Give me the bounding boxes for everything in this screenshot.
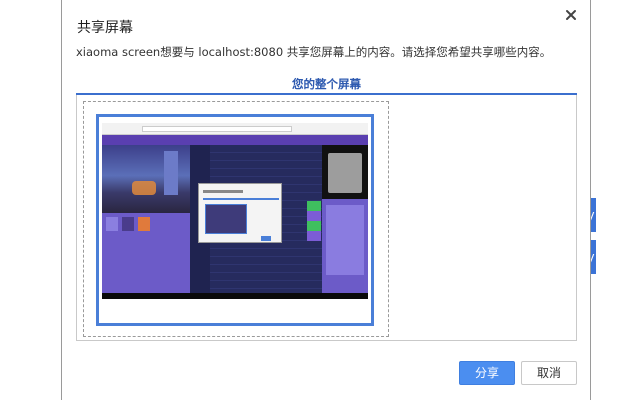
backdrop-left (0, 0, 61, 400)
thumb-nested-tab (203, 198, 279, 200)
tab-label: 您的整个屏幕 (292, 77, 361, 91)
source-list (76, 95, 577, 341)
dialog-title: 共享屏幕 (77, 20, 133, 36)
screen-thumbnail-selected (96, 114, 374, 326)
thumb-nested-dialog (198, 183, 282, 243)
thumb-browser-bar (102, 123, 368, 135)
close-icon[interactable] (564, 8, 580, 24)
thumb-right-list (326, 205, 364, 275)
thumb-stage-tower (164, 151, 178, 195)
thumb-sprite (106, 217, 118, 231)
thumb-nested-thumbnail (205, 204, 247, 234)
thumb-address-bar (142, 126, 292, 132)
thumb-stage-sprite (132, 181, 156, 195)
tab-entire-screen[interactable]: 您的整个屏幕 (76, 73, 577, 95)
thumb-sprite (138, 217, 150, 231)
thumb-nested-button (261, 236, 271, 241)
thumb-menubar (102, 135, 368, 145)
share-button[interactable]: 分享 (459, 361, 515, 385)
thumb-stage (102, 145, 190, 213)
cancel-button[interactable]: 取消 (521, 361, 577, 385)
thumb-sprite-pane (102, 213, 190, 297)
thumb-nested-title (203, 190, 243, 193)
backdrop-right (591, 0, 640, 400)
thumb-code-blocks (307, 201, 321, 241)
screen-thumbnail-image (102, 123, 368, 299)
thumb-sprite (122, 217, 134, 231)
thumb-video-image (328, 153, 362, 193)
share-screen-dialog: 共享屏幕 xiaoma screen想要与 localhost:8080 共享您… (61, 0, 591, 400)
screen-option[interactable] (83, 101, 389, 337)
dialog-description: xiaoma screen想要与 localhost:8080 共享您屏幕上的内… (76, 45, 552, 59)
thumb-taskbar (102, 293, 368, 299)
